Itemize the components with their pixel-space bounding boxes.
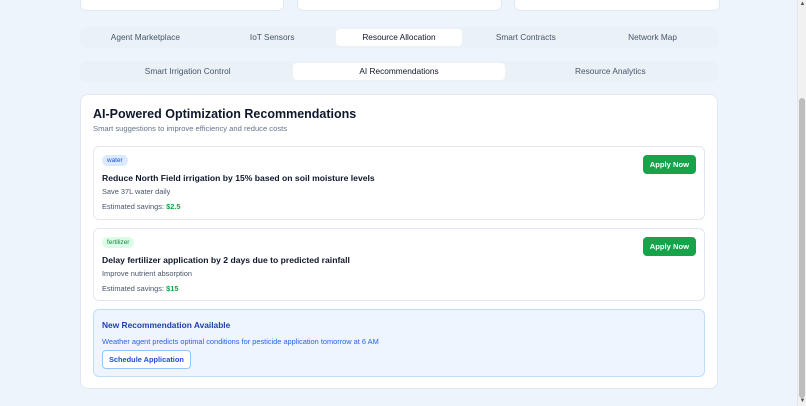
recommendations-panel: AI-Powered Optimization Recommendations …: [80, 94, 718, 389]
main-tab-bar: Agent Marketplace IoT Sensors Resource A…: [80, 27, 718, 48]
apply-now-button[interactable]: Apply Now: [642, 155, 696, 174]
alert-text: Weather agent predicts optimal condition…: [102, 337, 379, 346]
recommendation-impact: Save 37L water daily: [102, 187, 171, 196]
tab-resource-analytics[interactable]: Resource Analytics: [505, 63, 716, 80]
apply-now-button[interactable]: Apply Now: [642, 237, 696, 256]
page: Agent Marketplace IoT Sensors Resource A…: [0, 0, 797, 406]
recommendation-title: Reduce North Field irrigation by 15% bas…: [102, 173, 375, 183]
scrollbar-thumb[interactable]: [799, 98, 805, 398]
summary-card: [514, 0, 720, 11]
caret-up-icon[interactable]: ▲: [798, 0, 806, 9]
recommendation-impact: Improve nutrient absorption: [102, 269, 192, 278]
savings-value: $15: [166, 284, 179, 293]
alert-title: New Recommendation Available: [102, 320, 231, 330]
recommendation-card: water Reduce North Field irrigation by 1…: [93, 146, 705, 220]
schedule-application-button[interactable]: Schedule Application: [102, 350, 191, 369]
caret-down-icon[interactable]: ▼: [798, 397, 806, 406]
tab-smart-irrigation-control[interactable]: Smart Irrigation Control: [82, 63, 293, 80]
savings-label: Estimated savings:: [102, 284, 165, 293]
sub-tab-bar: Smart Irrigation Control AI Recommendati…: [80, 61, 718, 82]
savings-label: Estimated savings:: [102, 202, 165, 211]
tab-smart-contracts[interactable]: Smart Contracts: [462, 29, 589, 46]
vertical-scrollbar[interactable]: ▲ ▼: [797, 0, 806, 406]
estimated-savings: Estimated savings: $2.5: [102, 202, 180, 211]
tab-ai-recommendations[interactable]: AI Recommendations: [293, 63, 505, 80]
tab-agent-marketplace[interactable]: Agent Marketplace: [82, 29, 209, 46]
new-recommendation-alert: New Recommendation Available Weather age…: [93, 309, 705, 377]
panel-title: AI-Powered Optimization Recommendations: [93, 107, 357, 121]
summary-card: [297, 0, 502, 11]
tab-network-map[interactable]: Network Map: [589, 29, 716, 46]
recommendation-title: Delay fertilizer application by 2 days d…: [102, 255, 350, 265]
summary-card: [80, 0, 284, 11]
recommendation-card: fertilizer Delay fertilizer application …: [93, 228, 705, 301]
tab-iot-sensors[interactable]: IoT Sensors: [209, 29, 336, 46]
savings-value: $2.5: [166, 202, 181, 211]
estimated-savings: Estimated savings: $15: [102, 284, 178, 293]
category-badge: water: [102, 155, 128, 166]
category-badge: fertilizer: [102, 237, 135, 248]
tab-resource-allocation[interactable]: Resource Allocation: [335, 29, 463, 46]
panel-subtitle: Smart suggestions to improve efficiency …: [93, 124, 288, 133]
